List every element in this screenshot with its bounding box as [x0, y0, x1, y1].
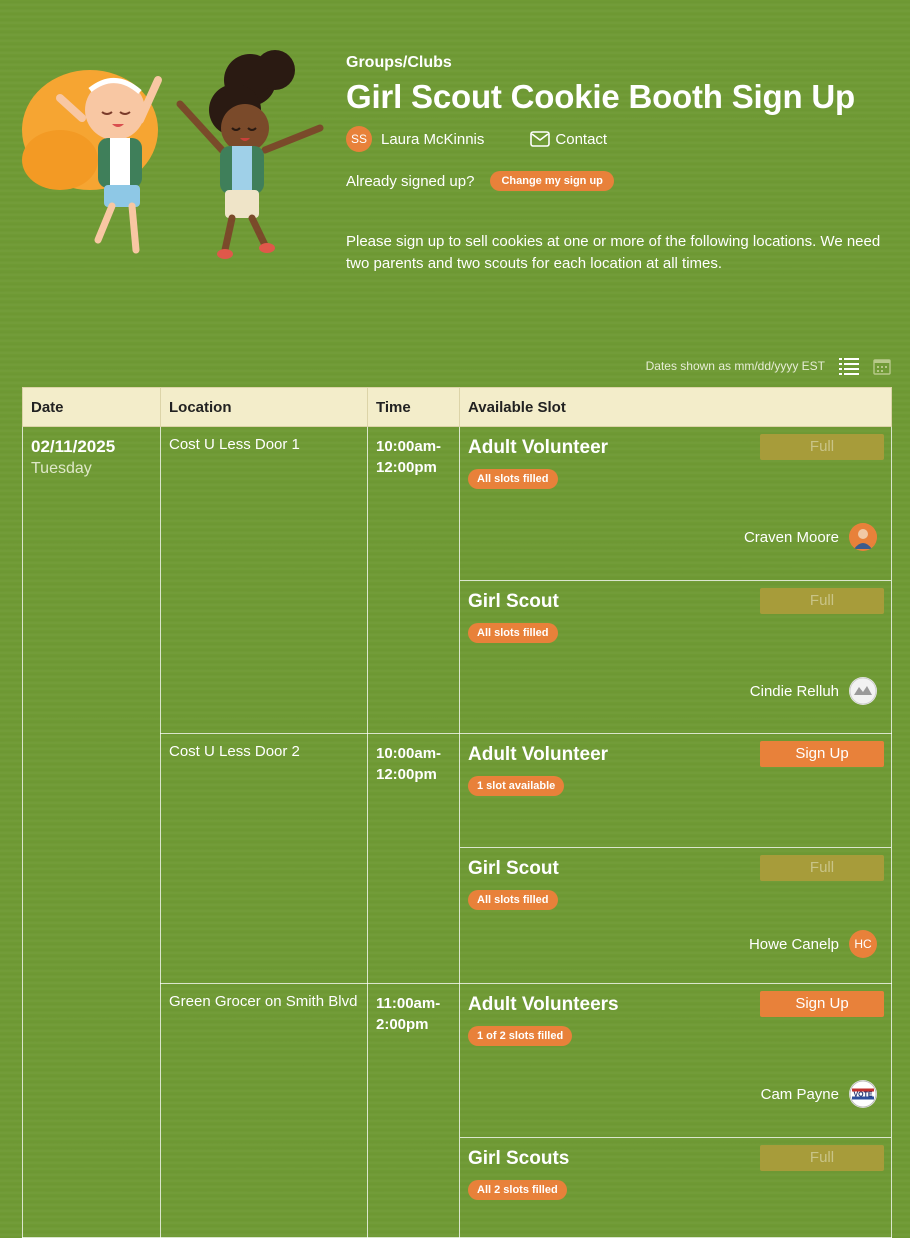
category-label: Groups/Clubs: [346, 54, 452, 71]
time-cell: 10:00am- 12:00pm: [367, 733, 460, 984]
slot-status-badge: 1 of 2 slots filled: [468, 1026, 573, 1046]
time-end: 2:00pm: [376, 1016, 429, 1033]
slot-status-badge: All slots filled: [468, 469, 558, 489]
volunteer-name: Howe Canelp: [748, 935, 839, 953]
location-name: Cost U Less Door 1: [169, 436, 300, 453]
location-cell: Cost U Less Door 1: [160, 426, 368, 734]
volunteer-avatar: [849, 523, 877, 551]
date-cell: 02/11/2025 Tuesday: [22, 426, 161, 1238]
dates-note: Dates shown as mm/dd/yyyy EST: [645, 359, 825, 373]
slot-status-badge: 1 slot available: [468, 776, 565, 796]
full-button: Full: [760, 588, 884, 614]
slots-cell: Adult Volunteer 1 slot available Sign Up…: [459, 733, 892, 984]
slot-status-badge: All slots filled: [468, 623, 558, 643]
volunteer-entry: Howe Canelp HC: [749, 930, 877, 958]
organizer-row: SS Laura McKinnis Contact: [346, 126, 896, 152]
slots-cell: Adult Volunteer All slots filled Full Cr…: [459, 426, 892, 734]
date-value: 02/11/2025: [31, 437, 116, 456]
signup-description: Please sign up to sell cookies at one or…: [346, 233, 881, 272]
location-cell: Cost U Less Door 2: [160, 733, 368, 984]
slots-cell: Adult Volunteers 1 of 2 slots filled Sig…: [459, 983, 892, 1238]
column-header-date: Date: [22, 387, 161, 427]
table-row: 02/11/2025 Tuesday Cost U Less Door 1 10…: [22, 426, 892, 1238]
location-cell: Green Grocer on Smith Blvd: [160, 983, 368, 1238]
time-start: 11:00am-: [376, 995, 441, 1012]
full-button: Full: [760, 855, 884, 881]
time-cell: 10:00am- 12:00pm: [367, 426, 460, 734]
slot-item: Adult Volunteer 1 slot available Sign Up: [460, 734, 891, 847]
organizer-name: Laura McKinnis: [381, 130, 485, 148]
time-range: 10:00am- 12:00pm: [368, 427, 459, 478]
vote-badge-text: VOTE: [853, 1092, 872, 1099]
organizer-avatar: SS: [346, 126, 372, 152]
volunteer-avatar: HC: [849, 930, 877, 958]
full-button: Full: [760, 434, 884, 460]
volunteer-avatar: [849, 677, 877, 705]
slot-item: Girl Scout All slots filled Full Howe Ca…: [460, 847, 891, 983]
slot-item: Girl Scouts All 2 slots filled Full: [460, 1137, 891, 1237]
volunteer-name: Cam Payne: [760, 1085, 839, 1103]
slot-item: Girl Scout All slots filled Full Cindie …: [460, 580, 891, 733]
volunteer-entry: Cindie Relluh: [750, 677, 877, 705]
slot-status-badge: All slots filled: [468, 890, 558, 910]
full-button: Full: [760, 1145, 884, 1171]
slot-item: Adult Volunteers 1 of 2 slots filled Sig…: [460, 984, 891, 1137]
time-end: 12:00pm: [376, 766, 437, 783]
already-signed-text: Already signed up?: [346, 172, 475, 190]
girl-scouts-illustration: [22, 50, 324, 259]
volunteer-name: Craven Moore: [743, 528, 839, 546]
time-cell: 11:00am- 2:00pm: [367, 983, 460, 1238]
time-start: 10:00am-: [376, 438, 442, 455]
location-name: Green Grocer on Smith Blvd: [169, 993, 358, 1010]
change-signup-button[interactable]: Change my sign up: [490, 171, 614, 191]
page-title: Girl Scout Cookie Booth Sign Up: [346, 78, 855, 115]
signup-table: Date Location Time Available Slot 02/11/…: [22, 387, 892, 1238]
column-header-location: Location: [160, 387, 368, 427]
slot-item: Adult Volunteer All slots filled Full Cr…: [460, 427, 891, 580]
sign-up-button[interactable]: Sign Up: [760, 741, 884, 767]
column-header-time: Time: [367, 387, 460, 427]
time-range: 11:00am- 2:00pm: [368, 984, 459, 1035]
time-range: 10:00am- 12:00pm: [368, 734, 459, 785]
slot-status-badge: All 2 slots filled: [468, 1180, 567, 1200]
already-signed-row: Already signed up? Change my sign up: [346, 171, 896, 191]
volunteer-entry: Cam Payne VOTE: [761, 1080, 877, 1108]
contact-link[interactable]: Contact: [530, 131, 607, 148]
signup-header: Groups/Clubs Girl Scout Cookie Booth Sig…: [346, 52, 896, 275]
weekday-value: Tuesday: [31, 460, 92, 477]
sign-up-button[interactable]: Sign Up: [760, 991, 884, 1017]
location-name: Cost U Less Door 2: [169, 743, 300, 760]
view-toolbar: Dates shown as mm/dd/yyyy EST: [646, 357, 891, 375]
table-header-row: Date Location Time Available Slot: [22, 387, 892, 427]
mail-icon: [530, 131, 551, 147]
volunteer-name: Cindie Relluh: [749, 682, 839, 700]
calendar-view-icon[interactable]: [873, 357, 891, 375]
volunteer-entry: Craven Moore: [744, 523, 877, 551]
contact-label: Contact: [555, 130, 608, 148]
vote-badge-avatar: VOTE: [849, 1080, 877, 1108]
list-view-icon[interactable]: [839, 357, 859, 375]
time-end: 12:00pm: [376, 459, 437, 476]
column-header-slot: Available Slot: [459, 387, 892, 427]
time-start: 10:00am-: [376, 745, 442, 762]
